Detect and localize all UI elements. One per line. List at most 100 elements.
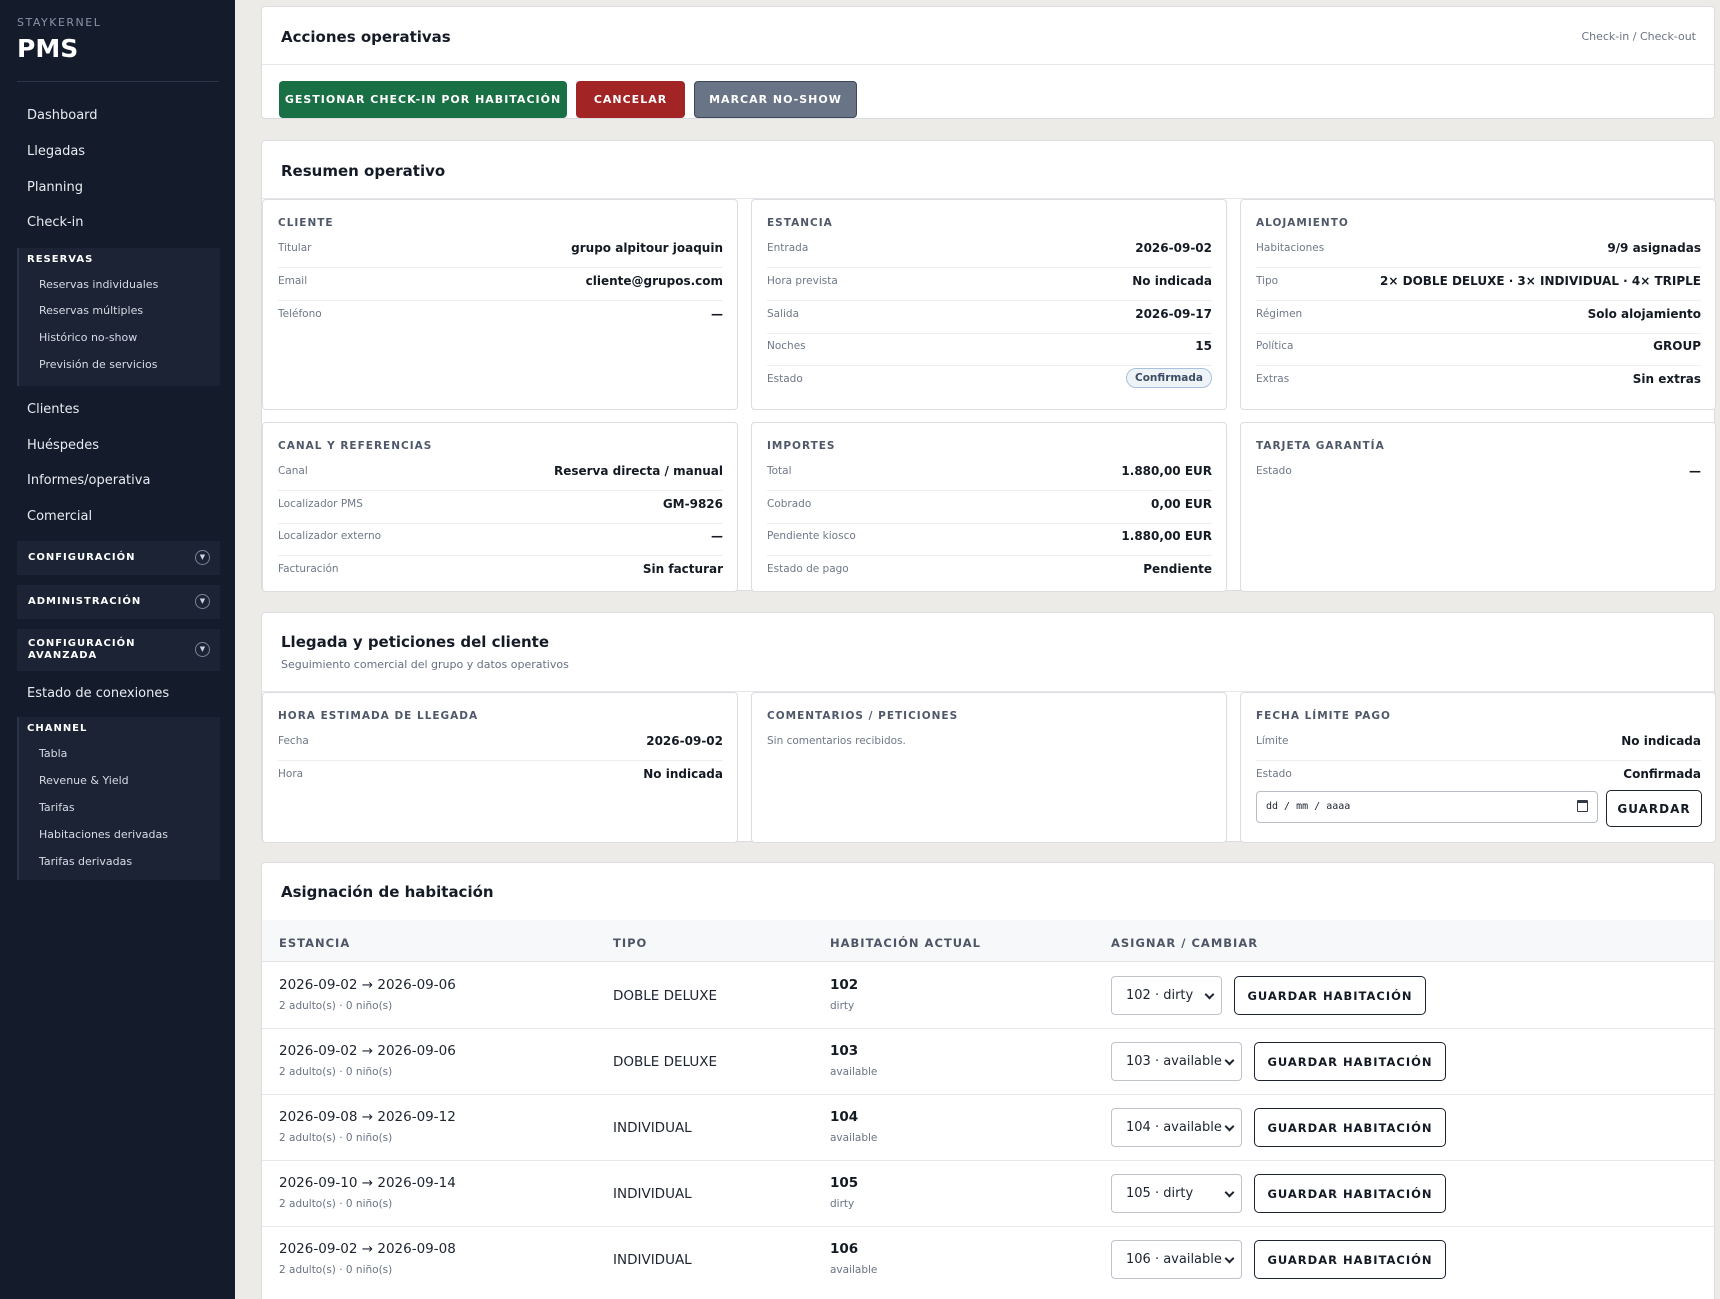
save-room-button[interactable]: GUARDAR HABITACIÓN [1254,1042,1446,1081]
kv-row: Estado de pago Pendiente [767,556,1212,589]
kv-value: Sin extras [1632,372,1701,386]
sidebar-subitem-tarifas-derivadas[interactable]: Tarifas derivadas [39,855,132,868]
kv-label: Email [278,275,308,287]
save-room-button[interactable]: GUARDAR HABITACIÓN [1254,1240,1446,1279]
table-row: 2026-09-10 → 2026-09-14 2 adulto(s) · 0 … [262,1161,1714,1227]
save-room-button[interactable]: GUARDAR HABITACIÓN [1234,976,1426,1015]
room-select[interactable]: 103 · available [1111,1042,1242,1081]
sidebar-subitem-tarifas[interactable]: Tarifas [39,801,75,814]
sidebar-group-configuracion[interactable]: CONFIGURACIÓN ▼ [17,541,220,575]
card-subtitle: Seguimiento comercial del grupo y datos … [281,658,569,671]
column-header-asignar: ASIGNAR / CAMBIAR [1111,936,1259,950]
room-select[interactable]: 102 · dirty [1111,976,1222,1015]
guest-count: 2 adulto(s) · 0 niño(s) [279,1066,393,1078]
save-deadline-button[interactable]: GUARDAR [1606,790,1702,827]
kv-value: 2026-09-02 [1135,241,1212,255]
kv-label: Entrada [767,242,809,254]
sidebar-subitem-reservas-individuales[interactable]: Reservas individuales [39,278,158,291]
panel-title: FECHA LÍMITE PAGO [1256,710,1391,722]
amounts-panel: IMPORTES Total 1.880,00 EUR Cobrado 0,00 E… [751,422,1227,592]
chevron-down-icon [1204,989,1215,1000]
room-assignment-card: Asignación de habitación ESTANCIA TIPO H… [261,862,1715,1299]
sidebar-item-planning[interactable]: Planning [27,180,83,195]
room-select[interactable]: 104 · available [1111,1108,1242,1147]
room-status: available [830,1132,878,1144]
table-row: 2026-09-02 → 2026-09-08 2 adulto(s) · 0 … [262,1227,1714,1293]
kv-row: Localizador externo — [278,523,723,556]
table-row: 2026-09-08 → 2026-09-12 2 adulto(s) · 0 … [262,1095,1714,1161]
chevron-down-icon [1224,1187,1235,1198]
table-row: 2026-09-02 → 2026-09-06 2 adulto(s) · 0 … [262,963,1714,1029]
kv-value: Confirmada [1623,767,1701,781]
kv-row: Titular grupo alpitour joaquin [278,235,723,268]
panel-title: ESTANCIA [767,217,833,229]
calendar-icon[interactable] [1577,800,1588,812]
sidebar-item-dashboard[interactable]: Dashboard [27,108,98,123]
room-select[interactable]: 106 · available [1111,1240,1242,1279]
channel-panel: CANAL Y REFERENCIAS Canal Reserva directa… [262,422,738,592]
sidebar-subitem-tabla[interactable]: Tabla [39,747,67,760]
kv-label: Titular [278,242,312,254]
panel-title: CLIENTE [278,217,334,229]
room-select-value: 106 · available [1126,1252,1222,1267]
sidebar-item-estado-conexiones[interactable]: Estado de conexiones [27,686,169,701]
cancel-reservation-button[interactable]: CANCELAR [576,81,685,118]
kv-value: Solo alojamiento [1587,307,1701,321]
sidebar-subitem-prevision-servicios[interactable]: Previsión de servicios [39,358,157,371]
sidebar-item-llegadas[interactable]: Llegadas [27,144,85,159]
client-panel: CLIENTE Titular grupo alpitour joaquin Em… [262,199,738,410]
sidebar-item-checkin[interactable]: Check-in [27,215,84,230]
kv-value: 9/9 asignadas [1607,241,1701,255]
guest-count: 2 adulto(s) · 0 niño(s) [279,1198,393,1210]
divider [17,81,219,82]
breadcrumb[interactable]: Check-in / Check-out [1581,30,1696,43]
sidebar-group-title[interactable]: RESERVAS [27,254,93,265]
sidebar-group-administracion[interactable]: ADMINISTRACIÓN ▼ [17,585,220,619]
checkin-per-room-button[interactable]: GESTIONAR CHECK-IN POR HABITACIÓN [279,81,567,118]
kv-label: Cobrado [767,498,812,510]
card-title: Acciones operativas [281,28,451,46]
kv-label: Localizador externo [278,530,382,542]
kv-label: Hora [278,768,304,780]
sidebar-group-label: CONFIGURACIÓN [28,552,136,563]
room-select[interactable]: 105 · dirty [1111,1174,1242,1213]
kv-value: 1.880,00 EUR [1121,464,1212,478]
summary-card: Resumen operativo CLIENTE Titular grupo a… [261,140,1716,592]
table-header: ESTANCIA TIPO HABITACIÓN ACTUAL ASIGNAR … [262,920,1714,962]
save-room-button[interactable]: GUARDAR HABITACIÓN [1254,1108,1446,1147]
chevron-down-icon: ▼ [195,594,210,609]
sidebar-item-clientes[interactable]: Clientes [27,402,79,417]
kv-value: 2× DOBLE DELUXE · 3× INDIVIDUAL · 4× TRI… [1380,274,1701,288]
room-type: INDIVIDUAL [613,1252,692,1268]
sidebar-subitem-reservas-multiples[interactable]: Reservas múltiples [39,304,143,317]
sidebar-group-title[interactable]: CHANNEL [27,723,87,734]
sidebar-subitem-revenue-yield[interactable]: Revenue & Yield [39,774,129,787]
kv-row: Facturación Sin facturar [278,556,723,589]
room-type: DOBLE DELUXE [613,988,718,1004]
kv-value: Sin facturar [642,562,723,576]
sidebar-item-comercial[interactable]: Comercial [27,509,92,524]
room-status: available [830,1264,878,1276]
current-room: 102 [830,977,859,993]
kv-value: 2026-09-02 [646,734,723,748]
stay-dates: 2026-09-10 → 2026-09-14 [279,1175,456,1191]
guest-count: 2 adulto(s) · 0 niño(s) [279,1000,393,1012]
sidebar-subitem-historico-noshow[interactable]: Histórico no-show [39,331,137,344]
save-room-button[interactable]: GUARDAR HABITACIÓN [1254,1174,1446,1213]
kv-label: Extras [1256,373,1290,385]
stay-dates: 2026-09-02 → 2026-09-08 [279,1241,456,1257]
sidebar-item-informes[interactable]: Informes/operativa [27,473,150,488]
kv-label: Fecha [278,735,309,747]
sidebar-group-configuracion-avanzada[interactable]: CONFIGURACIÓN AVANZADA ▼ [17,629,220,671]
sidebar-group-channel: CHANNEL Tabla Revenue & Yield Tarifas Ha… [17,717,220,880]
sidebar-subitem-habitaciones-derivadas[interactable]: Habitaciones derivadas [39,828,168,841]
panel-title: COMENTARIOS / PETICIONES [767,710,959,722]
mark-noshow-button[interactable]: MARCAR NO-SHOW [694,81,857,118]
kv-value: GROUP [1653,339,1701,353]
kv-label: Habitaciones [1256,242,1325,254]
payment-deadline-date-input[interactable]: dd / mm / aaaa [1256,791,1598,823]
sidebar: STAYKERNEL PMS Dashboard Llegadas Planni… [0,0,235,1299]
sidebar-item-huespedes[interactable]: Huéspedes [27,438,99,453]
column-header-tipo: TIPO [613,936,648,950]
kv-value: grupo alpitour joaquin [571,241,723,255]
